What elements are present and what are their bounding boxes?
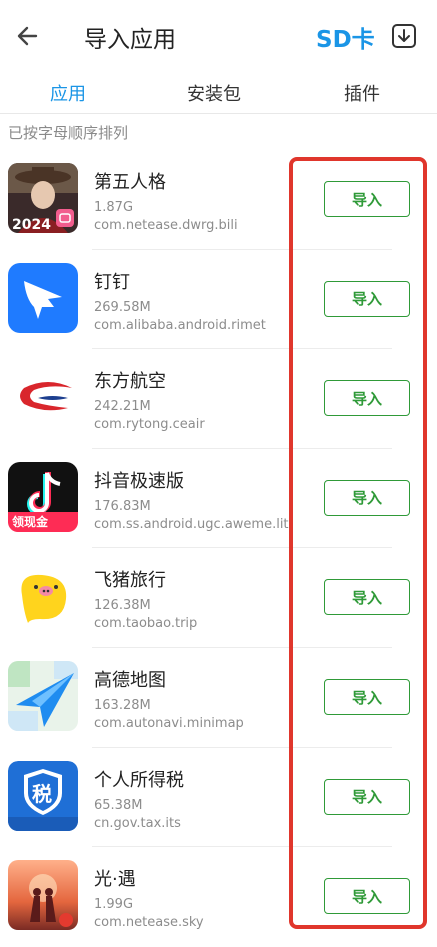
app-name: 飞猪旅行 xyxy=(94,570,166,592)
tab-plugins[interactable]: 插件 xyxy=(344,80,380,106)
individual-tax-icon: 税 xyxy=(8,760,78,831)
app-name: 高德地图 xyxy=(94,670,166,691)
app-size: 126.38M xyxy=(94,598,151,614)
app-package: com.autonavi.minimap xyxy=(94,716,244,731)
header: 导入应用 SD卡 xyxy=(0,0,437,70)
app-size: 269.58M xyxy=(94,299,151,315)
dingtalk-icon xyxy=(8,262,78,333)
sky-icon xyxy=(8,860,78,931)
app-size: 1.99G xyxy=(94,897,134,913)
download-icon[interactable] xyxy=(390,22,418,50)
app-package: com.alibaba.android.rimet xyxy=(94,317,266,333)
app-package: com.rytong.ceair xyxy=(94,417,205,433)
tax-icon-glyph: 税 xyxy=(32,781,52,806)
app-name: 抖音极速版 xyxy=(94,470,184,492)
list-item: 领现金 抖音极速版 176.83M com.ss.android.ugc.awe… xyxy=(0,449,437,549)
sort-note: 已按字母顺序排列 xyxy=(8,124,129,142)
douyin-lite-icon: 领现金 xyxy=(8,461,78,532)
app-name: 个人所得税 xyxy=(94,769,184,791)
app-name: 东方航空 xyxy=(94,371,166,393)
app-size: 1.87G xyxy=(94,200,134,215)
page-title: 导入应用 xyxy=(84,27,176,53)
app-name: 第五人格 xyxy=(94,172,166,193)
app-package: com.taobao.trip xyxy=(94,616,198,632)
tab-packages[interactable]: 安装包 xyxy=(187,80,241,106)
svg-text:2024: 2024 xyxy=(12,217,51,233)
import-button[interactable]: 导入 xyxy=(324,380,410,417)
app-package: com.ss.android.ugc.aweme.lite xyxy=(94,516,290,532)
list-item: 高德地图 163.28M com.autonavi.minimap 导入 xyxy=(0,648,437,748)
import-button[interactable]: 导入 xyxy=(324,181,410,217)
tab-apps[interactable]: 应用 xyxy=(50,80,86,106)
import-button[interactable]: 导入 xyxy=(324,778,410,815)
import-button[interactable]: 导入 xyxy=(324,479,410,516)
app-size: 242.21M xyxy=(94,399,151,415)
back-arrow-icon[interactable] xyxy=(14,20,46,52)
import-button[interactable]: 导入 xyxy=(324,579,410,616)
tab-divider xyxy=(0,113,437,114)
list-item: 东方航空 242.21M com.rytong.ceair 导入 xyxy=(0,349,437,449)
china-eastern-icon xyxy=(8,362,78,433)
app-size: 176.83M xyxy=(94,498,151,514)
icon-badge: 领现金 xyxy=(12,514,49,529)
sd-card-button[interactable]: SD卡 xyxy=(316,20,375,54)
app-name: 光·遇 xyxy=(94,869,136,891)
tab-bar: 应用 安装包 插件 xyxy=(0,70,437,114)
app-package: cn.gov.tax.its xyxy=(94,815,181,831)
app-package: com.netease.dwrg.bili xyxy=(94,218,238,233)
identity-v-icon: 2024 xyxy=(8,163,78,233)
app-package: com.netease.sky xyxy=(94,915,204,931)
list-item: 光·遇 1.99G com.netease.sky 导入 xyxy=(0,847,437,947)
list-item: 2024 第五人格 1.87G com.netease.dwrg.bili 导入 xyxy=(0,150,437,250)
import-button[interactable]: 导入 xyxy=(324,679,410,715)
list-item: 税 个人所得税 65.38M cn.gov.tax.its 导入 xyxy=(0,748,437,848)
list-item: 飞猪旅行 126.38M com.taobao.trip 导入 xyxy=(0,548,437,648)
import-button[interactable]: 导入 xyxy=(324,280,410,317)
list-item: 钉钉 269.58M com.alibaba.android.rimet 导入 xyxy=(0,250,437,350)
import-button[interactable]: 导入 xyxy=(324,878,410,915)
fliggy-icon xyxy=(8,561,78,632)
app-name: 钉钉 xyxy=(94,271,130,293)
app-size: 163.28M xyxy=(94,698,151,713)
app-size: 65.38M xyxy=(94,797,143,813)
amap-icon xyxy=(8,661,78,731)
